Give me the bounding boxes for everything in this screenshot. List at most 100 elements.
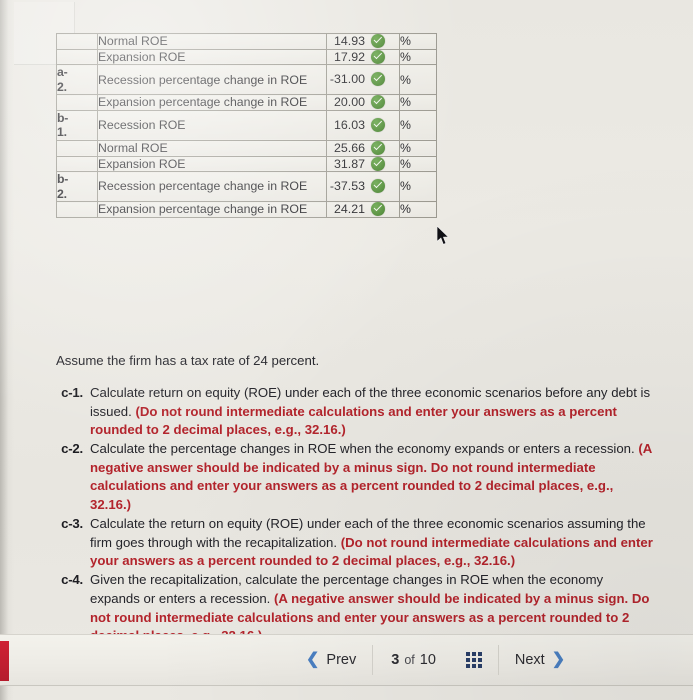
table-row: Expansion ROE 17.92 % [56, 48, 437, 66]
question-item-c2: c-2. Calculate the percentage changes in… [56, 440, 656, 515]
row-unit-cell: % [399, 171, 437, 203]
grid-cell [471, 664, 476, 668]
next-button-label: Next [514, 652, 545, 668]
page-of-label: of [404, 653, 415, 667]
check-circle-icon [371, 202, 385, 217]
row-unit-cell: % [399, 48, 437, 66]
question-content-area: Normal ROE 14.93 % Expansion ROE 17.92 % [0, 0, 693, 636]
total-page-count: 10 [419, 652, 436, 668]
check-circle-icon [371, 140, 385, 155]
current-page-number: 3 [391, 652, 400, 668]
row-value-cell[interactable]: -31.00 [326, 64, 400, 96]
row-label-cell [56, 201, 98, 218]
question-text: Calculate the return on equity (ROE) und… [90, 515, 656, 571]
row-description-cell: Expansion ROE [97, 48, 327, 66]
row-value-cell[interactable]: 25.66 [326, 139, 400, 157]
table-row: Expansion percentage change in ROE 24.21… [56, 201, 437, 218]
row-description-cell: Normal ROE [97, 139, 327, 157]
row-unit-cell: % [399, 155, 437, 173]
question-text: Given the recapitalization, calculate th… [90, 571, 656, 636]
question-text: Calculate return on equity (ROE) under e… [90, 384, 656, 440]
question-number: c-2. [61, 441, 83, 457]
answer-value: 24.21 [333, 202, 365, 217]
nav-divider [497, 645, 499, 675]
row-description-cell: Recession ROE [97, 109, 327, 141]
row-value-cell[interactable]: 14.93 [326, 33, 400, 50]
row-label-cell: a- 2. [56, 64, 98, 96]
grid-cell [465, 664, 470, 668]
row-label-line-2: 1. [57, 125, 67, 140]
prev-button-label: Prev [326, 652, 357, 668]
row-label-line-1: a- [57, 65, 68, 80]
chevron-right-icon: ❯ [551, 651, 566, 668]
table-row: Expansion ROE 31.87 % [56, 155, 437, 173]
row-description-cell: Normal ROE [97, 33, 327, 50]
row-label-cell: b- 2. [56, 171, 98, 203]
answer-value: 16.03 [333, 118, 365, 133]
answer-value: 14.93 [333, 34, 365, 48]
row-label-cell: b- 1. [56, 109, 98, 141]
question-item-c4: c-4. Given the recapitalization, calcula… [56, 571, 656, 636]
row-value-cell[interactable]: 16.03 [326, 109, 400, 141]
question-number: c-4. [61, 572, 83, 588]
table-row: Normal ROE 25.66 % [56, 139, 437, 157]
table-row: b- 1. Recession ROE 16.03 % [56, 109, 437, 141]
answer-value: -37.53 [329, 179, 365, 194]
row-value-cell[interactable]: 17.92 [326, 48, 400, 66]
row-description-cell: Recession percentage change in ROE [97, 171, 327, 203]
row-unit-cell: % [399, 94, 437, 111]
row-unit-cell: % [399, 33, 437, 50]
check-circle-icon [371, 156, 385, 171]
row-unit-cell: % [399, 139, 437, 157]
grid-cell [477, 658, 482, 662]
answers-table: Normal ROE 14.93 % Expansion ROE 17.92 % [56, 33, 437, 218]
answer-value: 25.66 [333, 140, 365, 155]
row-value-cell[interactable]: -37.53 [326, 171, 400, 203]
page-surface: Normal ROE 14.93 % Expansion ROE 17.92 % [0, 0, 693, 700]
row-label-cell [56, 139, 98, 157]
row-value-cell[interactable]: 20.00 [326, 94, 400, 111]
answer-value: -31.00 [329, 72, 365, 87]
check-circle-icon [371, 49, 385, 64]
grid-cell [471, 652, 476, 656]
next-button[interactable]: Next ❯ [501, 646, 579, 674]
row-unit-cell: % [399, 109, 437, 141]
table-row: b- 2. Recession percentage change in ROE… [56, 171, 437, 203]
question-item-c1: c-1. Calculate return on equity (ROE) un… [56, 384, 656, 440]
question-text: Calculate the percentage changes in ROE … [90, 440, 656, 515]
question-number: c-1. [61, 384, 83, 400]
bottom-navigation-bar: ❮ Prev 3 of 10 Next ❯ [0, 634, 693, 686]
check-circle-icon [371, 118, 385, 133]
table-row: a- 2. Recession percentage change in ROE… [56, 64, 437, 96]
row-value-cell[interactable]: 24.21 [326, 201, 400, 218]
grid-3x3-icon[interactable] [452, 652, 496, 668]
pagination-controls: ❮ Prev 3 of 10 Next ❯ [292, 635, 579, 685]
check-circle-icon [371, 72, 385, 87]
row-unit-cell: % [399, 64, 437, 96]
answer-value: 20.00 [333, 95, 365, 110]
table-row: Expansion percentage change in ROE 20.00… [56, 94, 437, 111]
row-label-line-2: 2. [57, 79, 67, 94]
row-description-cell: Expansion percentage change in ROE [97, 94, 327, 111]
row-description-cell: Expansion percentage change in ROE [97, 201, 327, 218]
page-indicator: 3 of 10 [375, 652, 452, 668]
question-item-c3: c-3. Calculate the return on equity (ROE… [56, 515, 656, 571]
answer-value: 31.87 [333, 156, 365, 171]
prev-button[interactable]: ❮ Prev [292, 646, 370, 674]
row-description-cell: Expansion ROE [97, 155, 327, 173]
grid-cell [471, 658, 476, 662]
chevron-left-icon: ❮ [306, 651, 320, 668]
question-number: c-3. [61, 515, 83, 531]
check-circle-icon [371, 179, 385, 194]
grid-cell [477, 664, 482, 668]
row-label-cell [56, 155, 98, 173]
assumption-statement: Assume the firm has a tax rate of 24 per… [56, 353, 320, 368]
table-row: Normal ROE 14.93 % [56, 33, 437, 50]
check-circle-icon [371, 95, 385, 110]
row-value-cell[interactable]: 31.87 [326, 155, 400, 173]
grid-cell [465, 652, 470, 656]
row-description-cell: Recession percentage change in ROE [97, 64, 327, 96]
answer-value: 17.92 [333, 49, 365, 64]
row-label-line-2: 2. [57, 186, 67, 201]
row-label-cell [56, 48, 98, 66]
